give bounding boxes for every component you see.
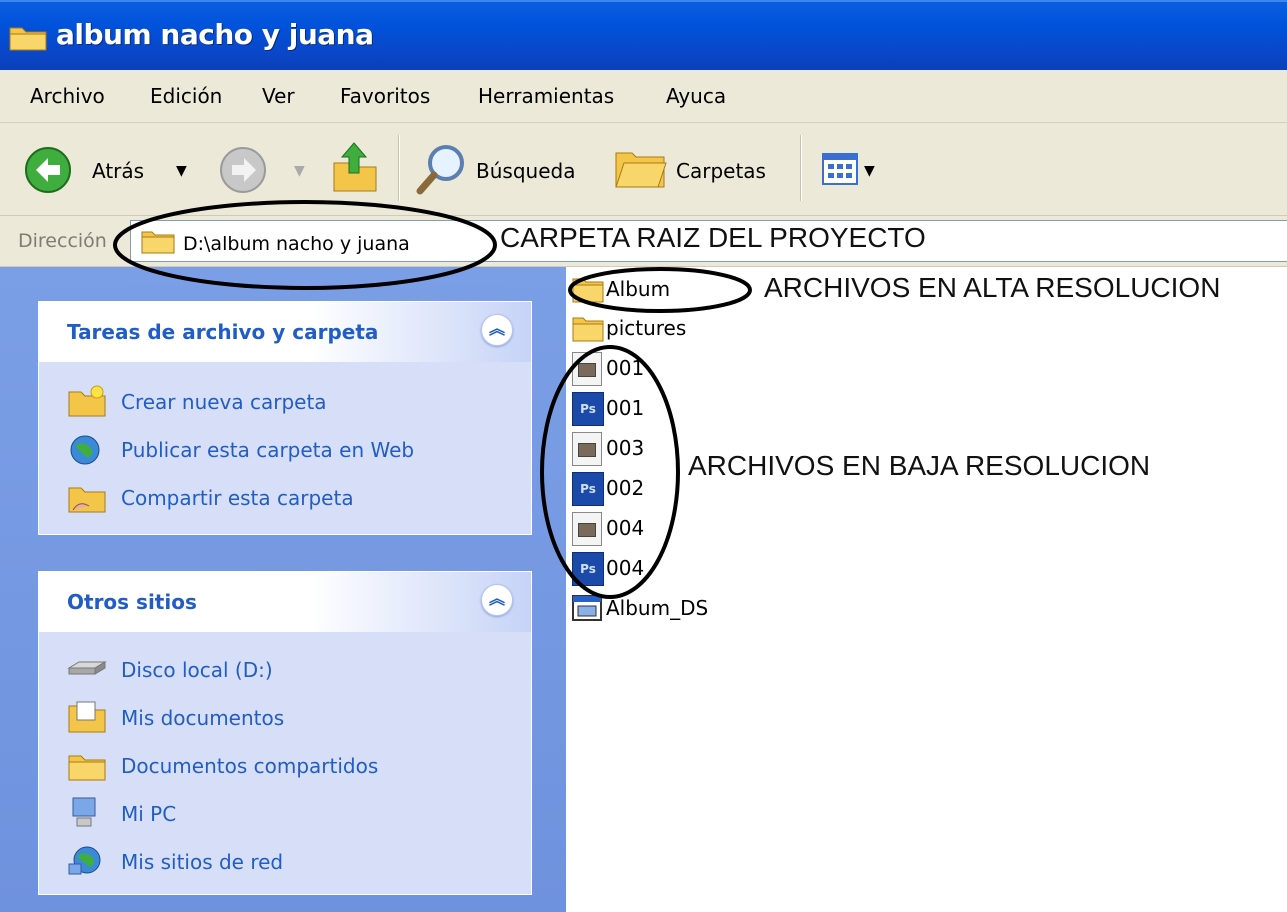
file-name: Album_DS bbox=[606, 596, 709, 620]
annotation-root: CARPETA RAIZ DEL PROYECTO bbox=[500, 222, 926, 253]
back-dropdown-icon[interactable]: ▼ bbox=[176, 163, 187, 179]
publish-web-icon bbox=[70, 435, 100, 465]
address-value[interactable]: D:\album nacho y juana bbox=[183, 233, 410, 255]
address-label: Dirección bbox=[18, 230, 107, 252]
search-icon bbox=[416, 145, 464, 195]
file-name: 001 bbox=[606, 356, 645, 380]
menu-edicion[interactable]: Edición bbox=[150, 84, 222, 108]
file-name: 004 bbox=[606, 516, 645, 540]
task-label: Compartir esta carpeta bbox=[121, 486, 354, 510]
place-label: Mis sitios de red bbox=[121, 850, 284, 874]
toolbar-separator bbox=[398, 135, 400, 201]
search-label[interactable]: Búsqueda bbox=[476, 159, 575, 183]
shared-documents-icon bbox=[68, 755, 106, 781]
folders-label[interactable]: Carpetas bbox=[676, 159, 766, 183]
forward-arrow-icon bbox=[220, 147, 266, 193]
place-label: Disco local (D:) bbox=[121, 658, 273, 682]
menu-ver[interactable]: Ver bbox=[262, 84, 295, 108]
annotation-high-res: ARCHIVOS EN ALTA RESOLUCION bbox=[764, 272, 1221, 303]
file-tasks-box: Tareas de archivo y carpeta ︽ Crear nuev… bbox=[38, 301, 532, 535]
file-tasks-header[interactable]: Tareas de archivo y carpeta ︽ bbox=[39, 302, 531, 362]
file-name: 003 bbox=[606, 436, 645, 460]
menu-ayuda[interactable]: Ayuca bbox=[666, 84, 726, 108]
task-pane: Tareas de archivo y carpeta ︽ Crear nuev… bbox=[0, 267, 566, 912]
folders-icon bbox=[615, 152, 667, 188]
search-button[interactable] bbox=[412, 141, 472, 197]
window-title: album nacho y juana bbox=[56, 18, 374, 51]
application-icon bbox=[572, 595, 602, 621]
task-label: Publicar esta carpeta en Web bbox=[121, 438, 415, 462]
views-dropdown-icon[interactable]: ▼ bbox=[864, 163, 875, 179]
place-label: Documentos compartidos bbox=[121, 754, 379, 778]
other-places-header[interactable]: Otros sitios ︽ bbox=[39, 572, 531, 632]
menu-favoritos[interactable]: Favoritos bbox=[340, 84, 430, 108]
views-button[interactable] bbox=[822, 153, 862, 187]
menu-bar: Archivo Edición Ver Favoritos Herramient… bbox=[0, 70, 1287, 123]
photoshop-file-icon: Ps bbox=[572, 552, 604, 586]
collapse-chevron-icon[interactable]: ︽ bbox=[481, 584, 513, 616]
local-disk-icon bbox=[67, 661, 107, 675]
folder-icon bbox=[8, 22, 48, 52]
file-name: pictures bbox=[606, 316, 687, 340]
menu-archivo[interactable]: Archivo bbox=[30, 84, 105, 108]
file-name: Album bbox=[606, 277, 671, 301]
file-name: 002 bbox=[606, 476, 645, 500]
back-button[interactable] bbox=[24, 145, 84, 195]
folder-icon bbox=[572, 278, 604, 303]
folders-button[interactable] bbox=[612, 143, 670, 193]
place-label: Mi PC bbox=[121, 802, 177, 826]
file-name: 001 bbox=[606, 396, 645, 420]
file-tasks-title: Tareas de archivo y carpeta bbox=[67, 320, 379, 344]
photoshop-file-icon: Ps bbox=[572, 472, 604, 506]
up-folder-icon bbox=[333, 142, 377, 192]
menu-herramientas[interactable]: Herramientas bbox=[478, 84, 614, 108]
up-folder-button[interactable] bbox=[330, 139, 380, 195]
forward-button[interactable] bbox=[218, 145, 268, 195]
my-documents-icon bbox=[68, 701, 106, 733]
toolbar: Atrás ▼ ▼ Búsqueda Carpetas ▼ bbox=[0, 123, 1287, 216]
image-file-icon bbox=[572, 352, 602, 386]
other-places-box: Otros sitios ︽ Disco local (D:) Mis docu… bbox=[38, 571, 532, 895]
share-folder-icon bbox=[68, 487, 106, 513]
photoshop-file-icon: Ps bbox=[572, 392, 604, 426]
other-places-title: Otros sitios bbox=[67, 590, 197, 614]
folder-icon bbox=[572, 317, 604, 342]
image-file-icon bbox=[572, 432, 602, 466]
title-bar[interactable]: album nacho y juana bbox=[0, 0, 1287, 70]
new-folder-icon bbox=[68, 385, 106, 417]
forward-dropdown-icon[interactable]: ▼ bbox=[294, 163, 305, 179]
my-computer-icon bbox=[72, 797, 96, 827]
image-file-icon bbox=[572, 512, 602, 546]
file-name: 004 bbox=[606, 556, 645, 580]
folder-icon bbox=[141, 228, 175, 254]
annotation-low-res: ARCHIVOS EN BAJA RESOLUCION bbox=[688, 450, 1151, 481]
views-icon bbox=[822, 153, 858, 185]
back-label[interactable]: Atrás bbox=[92, 159, 144, 183]
place-label: Mis documentos bbox=[121, 706, 285, 730]
collapse-chevron-icon[interactable]: ︽ bbox=[481, 314, 513, 346]
toolbar-separator bbox=[800, 135, 802, 201]
task-label: Crear nueva carpeta bbox=[121, 390, 327, 414]
back-arrow-icon bbox=[25, 147, 71, 193]
network-places-icon bbox=[68, 846, 101, 875]
